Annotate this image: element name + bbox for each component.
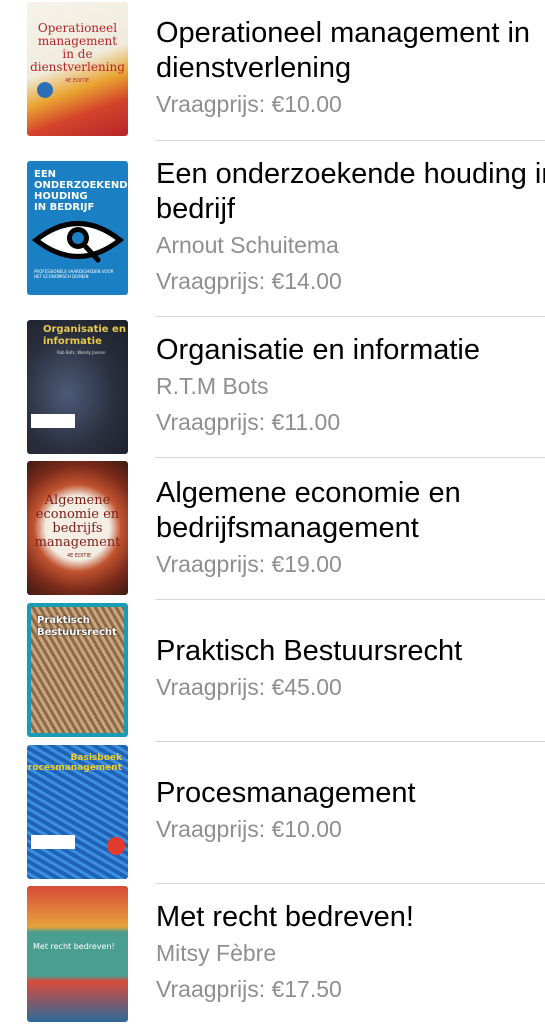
cover-title: bedrijfs: [52, 521, 103, 536]
book-list: Operationeel management in de dienstverl…: [0, 0, 545, 1024]
book-cover: Praktisch Bestuursrecht: [27, 603, 128, 737]
cover-title: EEN: [34, 169, 57, 180]
publisher-logo: [31, 414, 75, 428]
book-price: Vraagprijs: €19.00: [156, 551, 342, 577]
list-item[interactable]: Met recht bedreven! Met recht bedreven! …: [0, 884, 545, 1024]
book-title: Praktisch Bestuursrecht: [156, 635, 463, 667]
cover-title: IN BEDRIJF: [34, 202, 95, 213]
book-title: Een onderzoekende houding in: [156, 158, 545, 190]
book-title: Met recht bedreven!: [156, 901, 414, 933]
book-info: Praktisch Bestuursrecht Vraagprijs: €45.…: [156, 634, 545, 705]
badge-icon: [37, 82, 53, 98]
book-title-line2: bedrijf: [156, 193, 235, 225]
book-info: Organisatie en informatie R.T.M Bots Vra…: [156, 333, 545, 440]
book-price: Vraagprijs: €10.00: [156, 816, 342, 842]
book-cover: Organisatie en informatie Rob Bots, Wend…: [27, 320, 128, 454]
cover-title: economie en: [35, 507, 120, 522]
book-title-line2: dienstverlening: [156, 52, 352, 84]
book-author: R.T.M Bots: [156, 373, 269, 399]
book-title-line2: bedrijfsmanagement: [156, 512, 419, 544]
book-cover: Basisboek Procesmanagement: [27, 745, 128, 879]
book-price: Vraagprijs: €11.00: [156, 409, 341, 435]
badge-icon: [107, 837, 125, 855]
book-cover: Operationeel management in de dienstverl…: [27, 2, 128, 136]
cover-title: ONDERZOEKENDE: [34, 180, 128, 191]
cover-title: HOUDING: [34, 191, 88, 202]
book-title: Algemene economie en: [156, 477, 461, 509]
book-info: Algemene economie en bedrijfsmanagement …: [156, 476, 545, 582]
list-item[interactable]: EEN ONDERZOEKENDE HOUDING IN BEDRIJF PRO…: [0, 141, 545, 317]
cover-title: Bestuursrecht: [37, 627, 117, 638]
cover-title: informatie: [43, 336, 102, 347]
cover-edition: 4E EDITIE: [65, 78, 90, 84]
book-title: Procesmanagement: [156, 777, 416, 809]
book-author: Mitsy Fèbre: [156, 940, 277, 966]
cover-title: Organisatie en: [43, 324, 126, 335]
book-title: Organisatie en informatie: [156, 334, 480, 366]
book-title: Operationeel management in: [156, 17, 531, 49]
book-price: Vraagprijs: €10.00: [156, 91, 342, 117]
eye-icon: [32, 221, 124, 263]
list-item[interactable]: Praktisch Bestuursrecht Praktisch Bestuu…: [0, 600, 545, 742]
publisher-logo: [31, 835, 75, 849]
cover-title: management: [34, 535, 121, 550]
book-info: Procesmanagement Vraagprijs: €10.00: [156, 776, 545, 847]
cover-title: Algemene: [44, 493, 111, 508]
list-item[interactable]: Algemene economie en bedrijfs management…: [0, 458, 545, 600]
book-price: Vraagprijs: €14.00: [156, 268, 342, 294]
book-price: Vraagprijs: €17.50: [156, 976, 342, 1002]
book-info: Een onderzoekende houding in bedrijf Arn…: [156, 157, 545, 299]
cover-authors: Rob Bots, Wendy Jansen: [57, 350, 106, 355]
book-cover: Algemene economie en bedrijfs management…: [27, 461, 128, 595]
book-author: Arnout Schuitema: [156, 232, 339, 258]
cover-title: Procesmanagement: [27, 763, 122, 773]
cover-edition: 4E EDITIE: [67, 553, 92, 559]
book-cover: Met recht bedreven!: [27, 886, 128, 1022]
list-item[interactable]: Basisboek Procesmanagement Procesmanagem…: [0, 742, 545, 884]
cover-title: dienstverlening: [30, 60, 125, 74]
cover-title: Met recht bedreven!: [33, 942, 115, 951]
cover-title: Basisboek: [70, 753, 122, 763]
cover-title: Praktisch: [37, 615, 90, 626]
book-info: Operationeel management in dienstverleni…: [156, 16, 545, 122]
book-cover: EEN ONDERZOEKENDE HOUDING IN BEDRIJF PRO…: [27, 161, 128, 295]
cover-subtitle: PROFESSIONELE VAARDIGHEDEN VOOR HET ECON…: [34, 269, 114, 279]
book-info: Met recht bedreven! Mitsy Fèbre Vraagpri…: [156, 900, 545, 1007]
list-item[interactable]: Operationeel management in de dienstverl…: [0, 0, 545, 141]
book-price: Vraagprijs: €45.00: [156, 674, 342, 700]
list-item[interactable]: Organisatie en informatie Rob Bots, Wend…: [0, 317, 545, 458]
